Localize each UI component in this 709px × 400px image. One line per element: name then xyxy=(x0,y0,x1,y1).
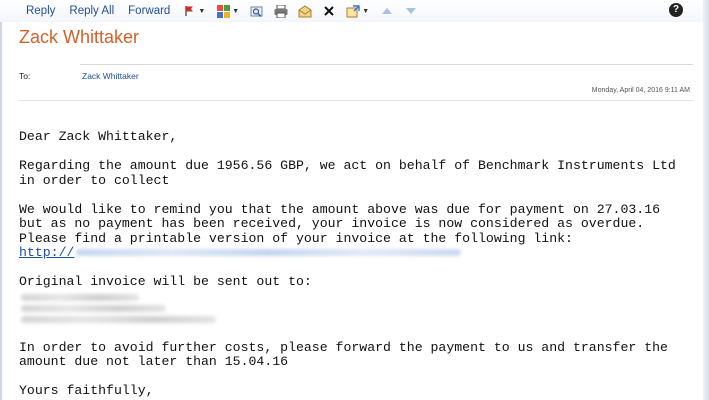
help-icon[interactable]: ? xyxy=(669,3,683,17)
find-icon[interactable] xyxy=(249,3,265,19)
flag-dropdown-icon[interactable]: ▼ xyxy=(198,8,205,15)
body-text: In order to avoid further costs, please … xyxy=(19,339,668,355)
to-label: To: xyxy=(19,71,31,81)
body-text: Regarding the amount due 1956.56 GBP, we… xyxy=(19,158,676,173)
print-icon[interactable] xyxy=(273,3,289,19)
redacted-link[interactable] xyxy=(76,249,462,257)
header-divider xyxy=(80,64,693,65)
reply-all-button[interactable]: Reply All xyxy=(62,5,121,17)
message-body: Dear Zack Whittaker, Regarding the amoun… xyxy=(19,129,694,399)
flag-icon[interactable] xyxy=(181,3,197,19)
message-date: Monday, April 04, 2016 9:11 AM xyxy=(591,87,690,94)
body-text: We would like to remind you that the amo… xyxy=(19,201,661,217)
categorize-dropdown-icon[interactable]: ▼ xyxy=(232,8,239,15)
greeting: Dear Zack Whittaker, xyxy=(19,129,178,144)
previous-icon[interactable] xyxy=(379,3,395,19)
toolbar: Reply Reply All Forward ▼ ▼ ▼ xyxy=(0,0,709,22)
body-text: but as no payment has been received, you… xyxy=(19,216,645,231)
forward-button[interactable]: Forward xyxy=(121,5,177,17)
to-recipient[interactable]: Zack Whittaker xyxy=(82,71,139,81)
redacted-address-line xyxy=(21,293,139,301)
scrollbar[interactable] xyxy=(703,0,709,400)
next-icon[interactable] xyxy=(403,3,419,19)
invoice-link[interactable]: http:// xyxy=(19,245,74,260)
delete-icon[interactable] xyxy=(321,3,337,19)
body-text: Original invoice will be sent out to: xyxy=(19,274,312,289)
redacted-address-line xyxy=(21,315,216,323)
redacted-address-line xyxy=(21,304,166,312)
reply-button[interactable]: Reply xyxy=(0,5,62,17)
message-subject: Zack Whittaker xyxy=(19,27,140,47)
categorize-icon[interactable] xyxy=(215,3,231,19)
envelope-icon[interactable] xyxy=(297,3,313,19)
move-icon[interactable] xyxy=(345,3,361,19)
body-text: in order to collect xyxy=(19,172,170,188)
window-border xyxy=(0,0,2,400)
move-dropdown-icon[interactable]: ▼ xyxy=(362,8,369,15)
body-text: Please find a printable version of your … xyxy=(19,230,573,246)
body-text: amount due not later than 15.04.16 xyxy=(19,354,289,369)
invoice-link-row: http:// xyxy=(19,245,694,261)
closing: Yours faithfully, xyxy=(19,383,154,398)
body-divider xyxy=(19,100,693,101)
